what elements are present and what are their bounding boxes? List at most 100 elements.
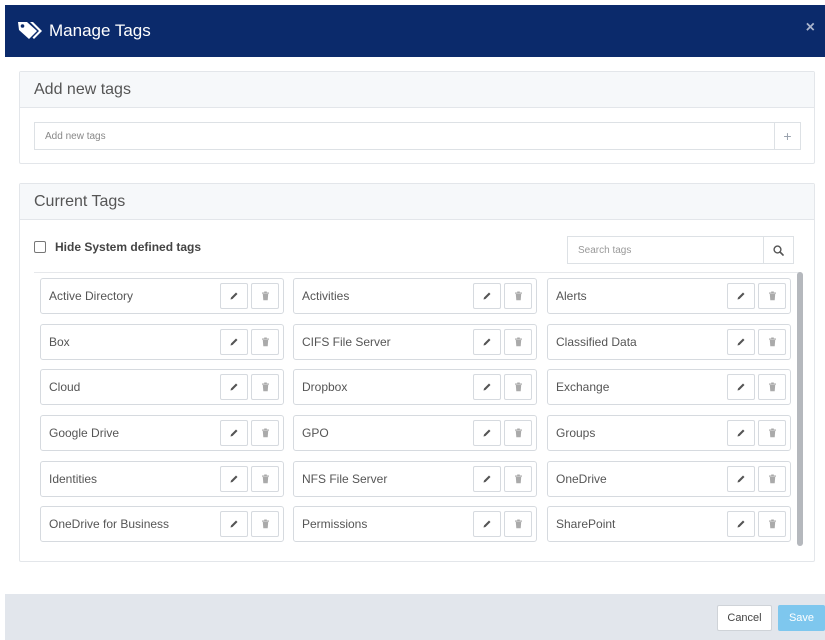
tag-label: Alerts bbox=[556, 289, 587, 303]
current-tags-panel: Current Tags Hide System defined tags Ac… bbox=[19, 183, 815, 562]
tag-item: Groups bbox=[547, 415, 791, 451]
tag-item: Activities bbox=[293, 278, 537, 314]
tag-item: CIFS File Server bbox=[293, 324, 537, 360]
trash-icon bbox=[514, 474, 522, 484]
cancel-button[interactable]: Cancel bbox=[717, 605, 772, 631]
trash-icon bbox=[768, 382, 776, 392]
pencil-icon bbox=[230, 475, 238, 483]
trash-icon bbox=[768, 428, 776, 438]
current-tags-panel-title: Current Tags bbox=[20, 184, 814, 220]
tag-item: Active Directory bbox=[40, 278, 284, 314]
trash-icon bbox=[768, 337, 776, 347]
delete-tag-button[interactable] bbox=[504, 283, 532, 309]
edit-tag-button[interactable] bbox=[473, 283, 501, 309]
tag-label: SharePoint bbox=[556, 517, 616, 531]
tag-item: OneDrive bbox=[547, 461, 791, 497]
delete-tag-button[interactable] bbox=[251, 466, 279, 492]
save-button[interactable]: Save bbox=[778, 605, 825, 631]
tag-item: Exchange bbox=[547, 369, 791, 405]
delete-tag-button[interactable] bbox=[251, 511, 279, 537]
pencil-icon bbox=[230, 429, 238, 437]
delete-tag-button[interactable] bbox=[251, 329, 279, 355]
edit-tag-button[interactable] bbox=[473, 511, 501, 537]
search-tags-box bbox=[567, 236, 794, 264]
tag-label: GPO bbox=[302, 426, 329, 440]
delete-tag-button[interactable] bbox=[504, 420, 532, 446]
tag-label: Cloud bbox=[49, 380, 81, 394]
trash-icon bbox=[768, 291, 776, 301]
trash-icon bbox=[514, 428, 522, 438]
pencil-icon bbox=[737, 429, 745, 437]
edit-tag-button[interactable] bbox=[727, 283, 755, 309]
edit-tag-button[interactable] bbox=[727, 374, 755, 400]
edit-tag-button[interactable] bbox=[220, 511, 248, 537]
modal-header: Manage Tags × bbox=[5, 5, 825, 57]
edit-tag-button[interactable] bbox=[727, 329, 755, 355]
tag-label: OneDrive bbox=[556, 472, 607, 486]
edit-tag-button[interactable] bbox=[473, 466, 501, 492]
pencil-icon bbox=[230, 383, 238, 391]
pencil-icon bbox=[483, 292, 491, 300]
delete-tag-button[interactable] bbox=[758, 374, 786, 400]
delete-tag-button[interactable] bbox=[504, 511, 532, 537]
trash-icon bbox=[261, 474, 269, 484]
tag-item: Dropbox bbox=[293, 369, 537, 405]
edit-tag-button[interactable] bbox=[220, 374, 248, 400]
tag-label: Classified Data bbox=[556, 335, 637, 349]
pencil-icon bbox=[483, 475, 491, 483]
add-tag-button[interactable]: + bbox=[774, 123, 800, 149]
tag-item: SharePoint bbox=[547, 506, 791, 542]
tag-label: Active Directory bbox=[49, 289, 134, 303]
delete-tag-button[interactable] bbox=[251, 283, 279, 309]
edit-tag-button[interactable] bbox=[473, 420, 501, 446]
delete-tag-button[interactable] bbox=[758, 283, 786, 309]
delete-tag-button[interactable] bbox=[504, 329, 532, 355]
edit-tag-button[interactable] bbox=[220, 329, 248, 355]
pencil-icon bbox=[230, 338, 238, 346]
tag-item: Box bbox=[40, 324, 284, 360]
tags-icon bbox=[18, 22, 42, 39]
hide-system-tags-checkbox[interactable] bbox=[34, 241, 46, 253]
tag-label: OneDrive for Business bbox=[49, 517, 170, 531]
edit-tag-button[interactable] bbox=[727, 466, 755, 492]
tag-label: Groups bbox=[556, 426, 596, 440]
trash-icon bbox=[768, 474, 776, 484]
delete-tag-button[interactable] bbox=[758, 329, 786, 355]
delete-tag-button[interactable] bbox=[504, 374, 532, 400]
delete-tag-button[interactable] bbox=[251, 420, 279, 446]
edit-tag-button[interactable] bbox=[220, 466, 248, 492]
tags-scrollbar-thumb[interactable] bbox=[797, 272, 803, 546]
edit-tag-button[interactable] bbox=[727, 511, 755, 537]
trash-icon bbox=[261, 291, 269, 301]
edit-tag-button[interactable] bbox=[727, 420, 755, 446]
delete-tag-button[interactable] bbox=[251, 374, 279, 400]
add-tags-panel: Add new tags + bbox=[19, 71, 815, 164]
tag-label: Permissions bbox=[302, 517, 368, 531]
pencil-icon bbox=[737, 383, 745, 391]
tag-item: OneDrive for Business bbox=[40, 506, 284, 542]
tag-label: Activities bbox=[302, 289, 350, 303]
edit-tag-button[interactable] bbox=[220, 420, 248, 446]
delete-tag-button[interactable] bbox=[504, 466, 532, 492]
trash-icon bbox=[514, 291, 522, 301]
delete-tag-button[interactable] bbox=[758, 420, 786, 446]
pencil-icon bbox=[483, 429, 491, 437]
edit-tag-button[interactable] bbox=[473, 329, 501, 355]
add-tag-input[interactable] bbox=[35, 123, 774, 149]
divider bbox=[34, 272, 801, 273]
delete-tag-button[interactable] bbox=[758, 466, 786, 492]
close-button[interactable]: × bbox=[806, 19, 815, 37]
hide-system-tags-toggle[interactable]: Hide System defined tags bbox=[34, 240, 201, 254]
search-button[interactable] bbox=[763, 237, 793, 263]
add-tag-row: + bbox=[34, 122, 801, 150]
trash-icon bbox=[261, 519, 269, 529]
tags-scrollbar[interactable] bbox=[797, 272, 803, 546]
pencil-icon bbox=[230, 292, 238, 300]
edit-tag-button[interactable] bbox=[220, 283, 248, 309]
tag-label: Identities bbox=[49, 472, 98, 486]
delete-tag-button[interactable] bbox=[758, 511, 786, 537]
search-tags-input[interactable] bbox=[568, 237, 763, 263]
edit-tag-button[interactable] bbox=[473, 374, 501, 400]
tag-item: Google Drive bbox=[40, 415, 284, 451]
pencil-icon bbox=[737, 520, 745, 528]
